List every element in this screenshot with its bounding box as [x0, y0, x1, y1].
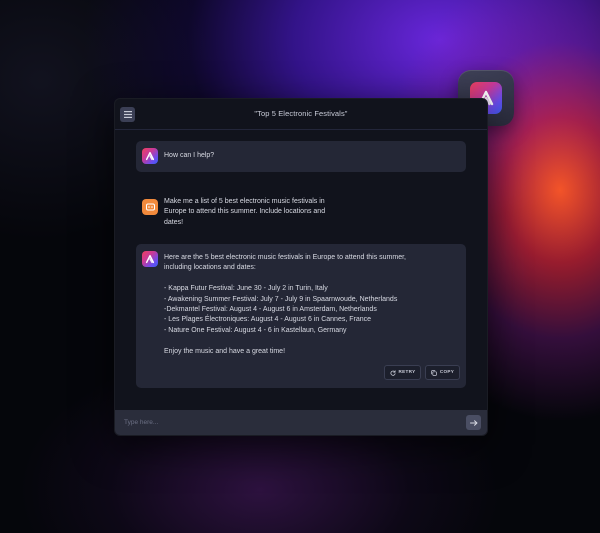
festival-list-item: - Les Plages Électroniques: August 4 - A… [164, 316, 372, 324]
retry-label: RETRY [398, 369, 416, 375]
arrow-right-icon [469, 419, 477, 426]
message-text-line: Europe to attend this summer. Include lo… [164, 208, 326, 216]
festival-list-item: - Kappa Futur Festival: June 30 - July 2… [164, 285, 328, 293]
message-input[interactable] [124, 416, 454, 429]
copy-button[interactable]: COPY [425, 365, 460, 380]
user-avatar-icon [142, 199, 158, 215]
assistant-message: How can I help? [136, 141, 466, 172]
user-message: Make me a list of 5 best electronic musi… [136, 192, 466, 228]
festival-list-item: - Awakening Summer Festival: July 7 - Ju… [164, 295, 398, 303]
app-logo-icon [142, 251, 158, 267]
app-logo-icon [142, 148, 158, 164]
message-text-line: dates! [164, 218, 184, 226]
assistant-message: Here are the 5 best electronic music fes… [136, 244, 466, 388]
message-intro-line: including locations and dates: [164, 264, 256, 272]
retry-button[interactable]: RETRY [384, 365, 421, 380]
message-outro: Enjoy the music and have a great time! [164, 347, 286, 355]
message-text-line: Make me a list of 5 best electronic musi… [164, 198, 325, 205]
copy-icon [431, 369, 437, 376]
send-button[interactable] [466, 415, 481, 430]
festival-list-item: - Nature One Festival: August 4 - 6 in K… [164, 326, 347, 334]
chat-header: "Top 5 Electronic Festivals" [115, 99, 487, 130]
festival-list-item: -Dekmantel Festival: August 4 - August 6… [164, 306, 377, 314]
chat-input-bar [115, 410, 487, 435]
copy-label: COPY [439, 369, 455, 375]
chat-window: "Top 5 Electronic Festivals" How can I h… [114, 98, 488, 436]
message-text: How can I help? [164, 152, 215, 159]
message-intro-line: Here are the 5 best electronic music fes… [164, 254, 407, 261]
chat-title: "Top 5 Electronic Festivals" [254, 109, 348, 118]
refresh-icon [390, 369, 396, 376]
